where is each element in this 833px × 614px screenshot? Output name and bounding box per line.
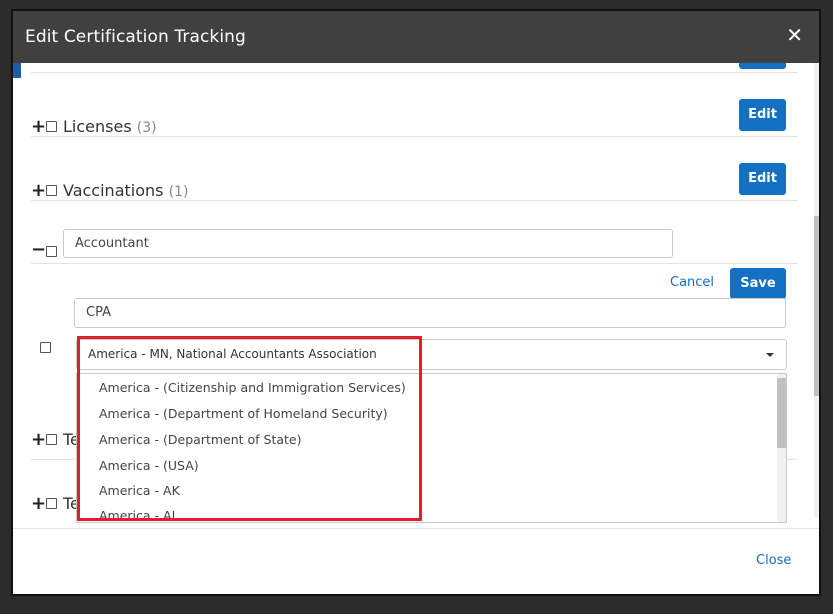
modal-title: Edit Certification Tracking xyxy=(25,27,246,47)
dropdown-scrollbar-thumb[interactable] xyxy=(777,378,786,448)
close-link[interactable]: Close xyxy=(756,553,791,568)
cancel-link[interactable]: Cancel xyxy=(670,275,714,290)
issuer-select[interactable]: America - MN, National Accountants Assoc… xyxy=(76,339,787,370)
certificate-name-input[interactable]: CPA xyxy=(74,298,786,328)
vaccinations-label: Vaccinations xyxy=(63,181,164,200)
divider xyxy=(31,72,797,73)
expand-icon[interactable]: + xyxy=(31,495,46,513)
edit-certification-modal: Edit Certification Tracking ✕ + Licenses… xyxy=(11,9,821,596)
divider xyxy=(31,263,797,264)
licenses-count: (3) xyxy=(136,120,157,136)
expand-icon[interactable]: + xyxy=(31,182,46,200)
dropdown-option[interactable]: America - AK xyxy=(99,483,180,498)
certificate-checkbox[interactable] xyxy=(40,342,51,353)
vaccinations-edit-button[interactable]: Edit xyxy=(739,163,786,195)
dropdown-option[interactable]: America - AL xyxy=(99,508,179,522)
licenses-edit-button[interactable]: Edit xyxy=(739,99,786,131)
row-checkbox[interactable] xyxy=(46,434,57,445)
category-label-vaccinations: Vaccinations (1) xyxy=(63,181,188,200)
dropdown-option[interactable]: America - (Department of Homeland Securi… xyxy=(99,406,388,421)
dropdown-option[interactable]: America - (USA) xyxy=(99,458,199,473)
modal-scrollbar-thumb[interactable] xyxy=(814,216,819,396)
close-icon[interactable]: ✕ xyxy=(786,23,803,47)
licenses-label: Licenses xyxy=(63,117,132,136)
edit-button-partial[interactable] xyxy=(739,63,786,69)
save-button[interactable]: Save xyxy=(730,268,786,299)
dropdown-option[interactable]: America - (Department of State) xyxy=(99,432,302,447)
divider xyxy=(31,200,797,201)
dropdown-option[interactable]: America - (Citizenship and Immigration S… xyxy=(99,380,406,395)
modal-header: Edit Certification Tracking ✕ xyxy=(13,11,819,63)
collapse-icon[interactable]: − xyxy=(31,241,46,259)
accountant-checkbox[interactable] xyxy=(46,246,57,257)
licenses-checkbox[interactable] xyxy=(46,121,57,132)
expand-icon[interactable]: + xyxy=(31,431,46,449)
category-name-input[interactable]: Accountant xyxy=(63,229,673,258)
vaccinations-count: (1) xyxy=(168,184,189,200)
chevron-down-icon[interactable] xyxy=(766,353,774,357)
vaccinations-checkbox[interactable] xyxy=(46,185,57,196)
row-checkbox[interactable] xyxy=(46,498,57,509)
expand-icon[interactable]: + xyxy=(31,118,46,136)
footer-divider xyxy=(13,528,819,529)
issuer-dropdown-list[interactable]: America - (Citizenship and Immigration S… xyxy=(76,373,787,523)
category-label-licenses: Licenses (3) xyxy=(63,117,157,136)
divider xyxy=(31,136,797,137)
